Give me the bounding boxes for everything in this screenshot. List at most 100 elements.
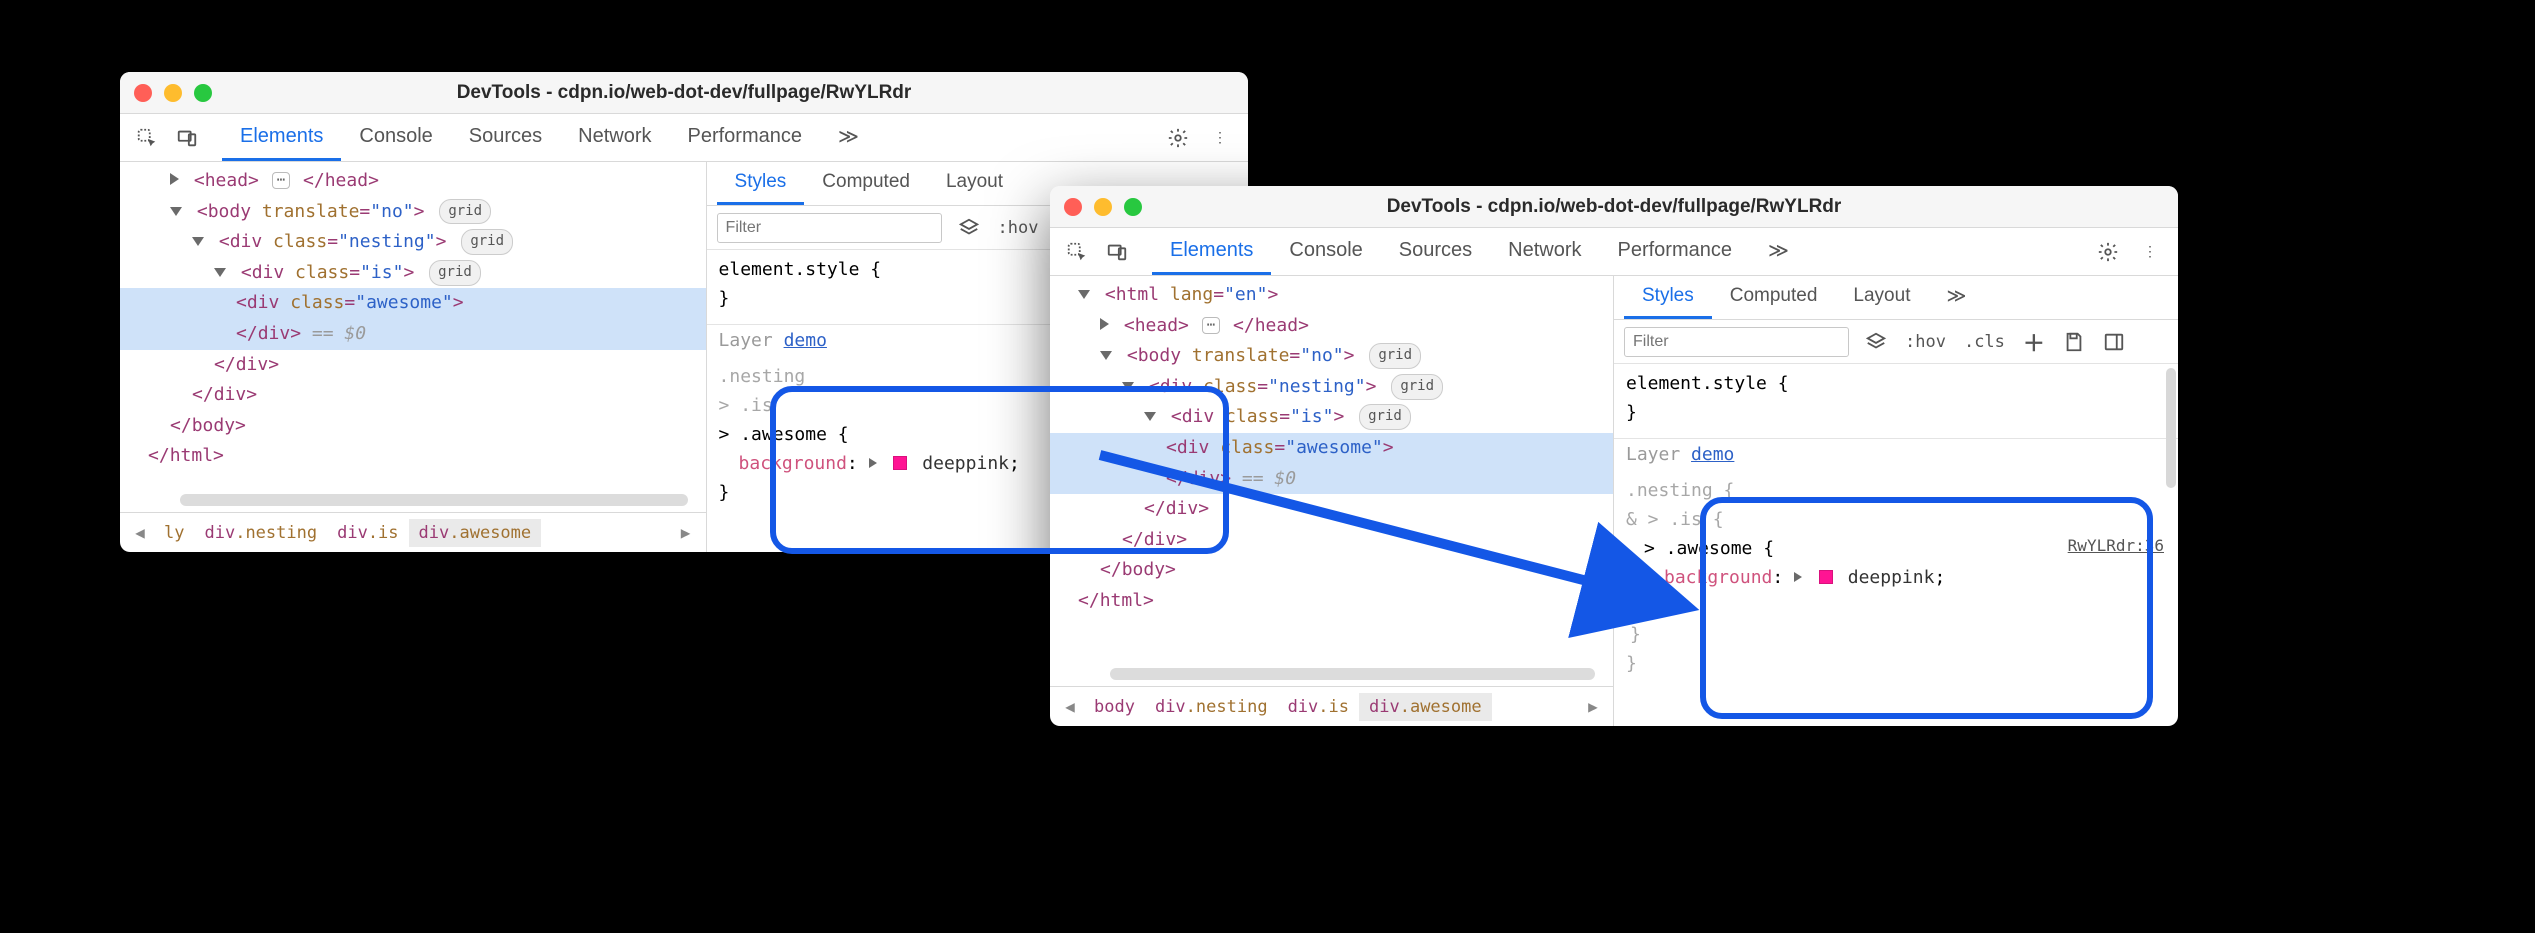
filter-input[interactable] bbox=[717, 213, 942, 243]
new-rule-icon[interactable]: ＋ bbox=[2021, 324, 2047, 360]
layers-icon[interactable] bbox=[956, 215, 982, 241]
grid-badge[interactable]: grid bbox=[1391, 374, 1443, 400]
subtab-computed[interactable]: Computed bbox=[804, 162, 928, 205]
layers-icon[interactable] bbox=[1863, 329, 1889, 355]
tab-performance[interactable]: Performance bbox=[1600, 228, 1751, 275]
grid-badge[interactable]: grid bbox=[439, 199, 491, 225]
dom-node-nesting[interactable]: <div class="nesting"> grid bbox=[1050, 372, 1613, 403]
subtab-layout[interactable]: Layout bbox=[1835, 276, 1928, 319]
hov-toggle[interactable]: :hov bbox=[1903, 330, 1948, 354]
tab-console[interactable]: Console bbox=[1271, 228, 1380, 275]
tab-elements[interactable]: Elements bbox=[222, 114, 341, 161]
kebab-menu-icon[interactable]: ⋮ bbox=[2132, 234, 2168, 270]
collapse-icon[interactable] bbox=[1078, 290, 1090, 299]
device-toolbar-icon[interactable] bbox=[1100, 235, 1134, 269]
rule-element-style[interactable]: element.style { } bbox=[1614, 368, 2178, 434]
device-toolbar-icon[interactable] bbox=[170, 121, 204, 155]
dom-close-div[interactable]: </div> bbox=[120, 380, 706, 411]
breadcrumb-prev-icon[interactable]: ◀ bbox=[126, 523, 154, 542]
settings-gear-icon[interactable] bbox=[2090, 234, 2126, 270]
dom-tree[interactable]: <head> ⋯ </head> <body translate="no"> g… bbox=[120, 162, 706, 512]
breadcrumb-item-current[interactable]: div.awesome bbox=[409, 519, 542, 547]
tab-console[interactable]: Console bbox=[341, 114, 450, 161]
maximize-window-button[interactable] bbox=[1124, 198, 1142, 216]
minimize-window-button[interactable] bbox=[1094, 198, 1112, 216]
breadcrumb-next-icon[interactable]: ▶ bbox=[672, 523, 700, 542]
subtab-computed[interactable]: Computed bbox=[1712, 276, 1836, 319]
breadcrumb-item[interactable]: ly bbox=[154, 519, 194, 547]
minimize-window-button[interactable] bbox=[164, 84, 182, 102]
hov-toggle[interactable]: :hov bbox=[996, 216, 1041, 240]
dom-node-head[interactable]: <head> ⋯ </head> bbox=[1050, 311, 1613, 342]
breadcrumb-item-current[interactable]: div.awesome bbox=[1359, 693, 1492, 721]
panel-toggle-icon[interactable] bbox=[2101, 329, 2127, 355]
source-link[interactable]: RwYLRdr:36 bbox=[2068, 533, 2164, 559]
filter-input[interactable] bbox=[1624, 327, 1849, 357]
tabs-overflow[interactable]: ≫ bbox=[1750, 228, 1807, 275]
close-window-button[interactable] bbox=[134, 84, 152, 102]
expand-shorthand-icon[interactable] bbox=[869, 458, 877, 468]
kebab-menu-icon[interactable]: ⋮ bbox=[1202, 120, 1238, 156]
grid-badge[interactable]: grid bbox=[461, 229, 513, 255]
rule-nested[interactable]: RwYLRdr:36 .nesting { & > .is { > .aweso… bbox=[1614, 475, 2178, 685]
breadcrumb-next-icon[interactable]: ▶ bbox=[1579, 697, 1607, 716]
close-window-button[interactable] bbox=[1064, 198, 1082, 216]
breadcrumb-prev-icon[interactable]: ◀ bbox=[1056, 697, 1084, 716]
collapse-icon[interactable] bbox=[214, 268, 226, 277]
dom-node-awesome-close[interactable]: </div> == $0 bbox=[120, 319, 706, 350]
cls-toggle[interactable]: .cls bbox=[1962, 330, 2007, 354]
dom-node-awesome[interactable]: <div class="awesome"> bbox=[1050, 433, 1613, 464]
collapse-icon[interactable] bbox=[170, 207, 182, 216]
tab-network[interactable]: Network bbox=[1490, 228, 1599, 275]
grid-badge[interactable]: grid bbox=[429, 260, 481, 286]
dom-node-awesome-close[interactable]: </div> == $0 bbox=[1050, 464, 1613, 495]
color-swatch-icon[interactable] bbox=[893, 456, 907, 470]
ellipsis-badge[interactable]: ⋯ bbox=[1202, 317, 1220, 334]
dom-node-body[interactable]: <body translate="no"> grid bbox=[120, 197, 706, 228]
tab-sources[interactable]: Sources bbox=[451, 114, 560, 161]
grid-badge[interactable]: grid bbox=[1359, 404, 1411, 430]
collapse-icon[interactable] bbox=[1100, 351, 1112, 360]
collapse-icon[interactable] bbox=[1144, 412, 1156, 421]
expand-icon[interactable] bbox=[170, 173, 179, 185]
tabs-overflow[interactable]: ≫ bbox=[820, 114, 877, 161]
subtab-layout[interactable]: Layout bbox=[928, 162, 1021, 205]
dom-close-div[interactable]: </div> bbox=[1050, 494, 1613, 525]
dom-close-html[interactable]: </html> bbox=[120, 441, 706, 472]
tab-sources[interactable]: Sources bbox=[1381, 228, 1490, 275]
collapse-icon[interactable] bbox=[1122, 382, 1134, 391]
maximize-window-button[interactable] bbox=[194, 84, 212, 102]
layer-link[interactable]: demo bbox=[1691, 444, 1734, 465]
dom-node-html[interactable]: <html lang="en"> bbox=[1050, 280, 1613, 311]
dom-close-div[interactable]: </div> bbox=[120, 350, 706, 381]
dom-node-awesome[interactable]: <div class="awesome"> bbox=[120, 288, 706, 319]
ellipsis-badge[interactable]: ⋯ bbox=[272, 172, 290, 189]
breadcrumb-item[interactable]: div.nesting bbox=[1145, 693, 1278, 721]
subtab-styles[interactable]: Styles bbox=[1624, 276, 1712, 319]
grid-badge[interactable]: grid bbox=[1369, 343, 1421, 369]
expand-shorthand-icon[interactable] bbox=[1794, 572, 1802, 582]
breadcrumb-item[interactable]: div.is bbox=[1278, 693, 1359, 721]
inspect-element-icon[interactable] bbox=[1060, 235, 1094, 269]
dom-node-nesting[interactable]: <div class="nesting"> grid bbox=[120, 227, 706, 258]
expand-icon[interactable] bbox=[1100, 318, 1109, 330]
tab-performance[interactable]: Performance bbox=[670, 114, 821, 161]
breadcrumb-item[interactable]: div.is bbox=[327, 519, 408, 547]
subtabs-overflow[interactable]: ≫ bbox=[1928, 276, 1984, 319]
dom-node-is[interactable]: <div class="is"> grid bbox=[120, 258, 706, 289]
collapse-icon[interactable] bbox=[192, 237, 204, 246]
dom-close-div[interactable]: </div> bbox=[1050, 525, 1613, 556]
dom-close-html[interactable]: </html> bbox=[1050, 586, 1613, 617]
dom-close-body[interactable]: </body> bbox=[120, 411, 706, 442]
dom-close-body[interactable]: </body> bbox=[1050, 555, 1613, 586]
settings-gear-icon[interactable] bbox=[1160, 120, 1196, 156]
styles-rules[interactable]: element.style { } Layer demo RwYLRdr:36 … bbox=[1614, 364, 2178, 726]
horizontal-scrollbar[interactable] bbox=[1110, 668, 1595, 680]
rule-layer[interactable]: Layer demo bbox=[1614, 438, 2178, 476]
dom-node-head[interactable]: <head> ⋯ </head> bbox=[120, 166, 706, 197]
inspect-element-icon[interactable] bbox=[130, 121, 164, 155]
horizontal-scrollbar[interactable] bbox=[180, 494, 688, 506]
tab-elements[interactable]: Elements bbox=[1152, 228, 1271, 275]
dom-node-body[interactable]: <body translate="no"> grid bbox=[1050, 341, 1613, 372]
vertical-scrollbar[interactable] bbox=[2166, 368, 2176, 488]
